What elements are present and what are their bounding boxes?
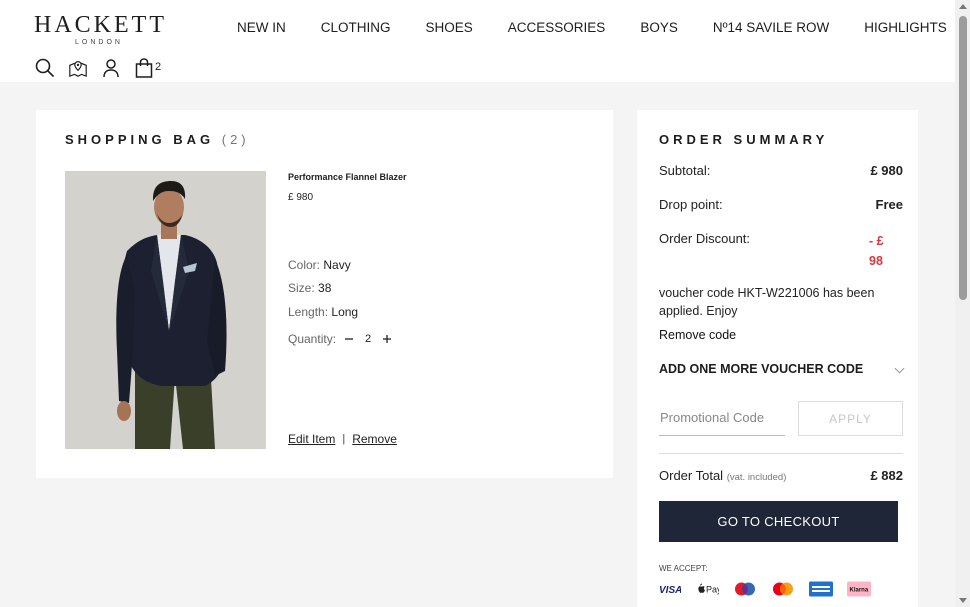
size-value: 38: [318, 281, 332, 295]
hackett-logo[interactable]: HACKETT LONDON: [34, 13, 164, 46]
drop-point-label: Drop point:: [659, 197, 723, 212]
page-scrollbar[interactable]: [955, 0, 970, 607]
checkout-button[interactable]: GO TO CHECKOUT: [659, 501, 898, 542]
quantity-label: Quantity:: [288, 332, 337, 346]
chevron-down-icon: [894, 363, 905, 374]
add-voucher-toggle[interactable]: ADD ONE MORE VOUCHER CODE: [659, 362, 905, 376]
summary-divider: [659, 453, 903, 454]
scroll-down-arrow[interactable]: [959, 598, 967, 603]
voucher-message: voucher code HKT-W221006 has been applie…: [659, 286, 875, 318]
nav-new-in[interactable]: NEW IN: [237, 20, 286, 35]
scroll-thumb[interactable]: [959, 16, 967, 300]
search-icon[interactable]: [35, 58, 55, 78]
product-size: Size: 38: [288, 281, 331, 295]
apply-button[interactable]: APPLY: [798, 401, 903, 436]
nav-highlights[interactable]: HIGHLIGHTS: [864, 20, 947, 35]
size-label: Size:: [288, 281, 315, 295]
drop-point-value: Free: [875, 197, 903, 212]
we-accept-label: WE ACCEPT:: [659, 564, 708, 573]
subtotal-row: Subtotal: £ 980: [659, 163, 903, 178]
nav-clothing[interactable]: CLOTHING: [321, 20, 391, 35]
remove-code-link[interactable]: Remove code: [659, 328, 736, 342]
shopping-bag-title: SHOPPING BAG (2): [65, 132, 250, 147]
discount-label: Order Discount:: [659, 231, 751, 246]
product-price: £ 980: [288, 192, 314, 203]
shopping-bag-count: (2): [221, 132, 250, 147]
action-separator: |: [342, 433, 346, 445]
logo-subtitle: LONDON: [75, 39, 123, 46]
account-icon[interactable]: [101, 58, 121, 78]
maestro-icon: [733, 581, 757, 597]
add-voucher-label: ADD ONE MORE VOUCHER CODE: [659, 362, 864, 376]
svg-text:Pay: Pay: [706, 585, 719, 595]
mastercard-icon: [771, 581, 795, 597]
nav-savile-row[interactable]: Nº14 SAVILE ROW: [713, 20, 829, 35]
store-locator-icon[interactable]: [68, 58, 88, 78]
length-value: Long: [331, 305, 359, 319]
color-label: Color:: [288, 258, 321, 272]
apple-pay-icon: Pay: [695, 581, 719, 597]
order-total-value: £ 882: [870, 468, 903, 483]
promo-code-input[interactable]: [659, 400, 785, 436]
nav-boys[interactable]: BOYS: [640, 20, 678, 35]
item-actions: Edit Item | Remove: [288, 432, 397, 446]
shopping-bag-panel: SHOPPING BAG (2) Performance Flannel Bla…: [36, 110, 613, 478]
nav-accessories[interactable]: ACCESSORIES: [508, 20, 606, 35]
quantity-decrease-button[interactable]: [342, 332, 356, 346]
order-total-row: Order Total (vat. included) £ 882: [659, 468, 903, 483]
product-name[interactable]: Performance Flannel Blazer: [288, 172, 407, 182]
order-summary-panel: ORDER SUMMARY Subtotal: £ 980 Drop point…: [637, 110, 918, 607]
quantity-stepper: Quantity: 2: [288, 332, 400, 346]
svg-text:Klarna: Klarna: [850, 588, 869, 594]
header-tools: 2: [35, 58, 161, 78]
logo-wordmark[interactable]: HACKETT: [34, 13, 164, 37]
klarna-icon: Klarna: [847, 581, 871, 597]
subtotal-value: £ 980: [870, 163, 903, 178]
remove-item-link[interactable]: Remove: [352, 432, 397, 446]
amex-icon: [809, 581, 833, 597]
visa-icon: VISA: [659, 581, 681, 597]
vat-note: (vat. included): [726, 472, 787, 483]
drop-point-row: Drop point: Free: [659, 197, 903, 212]
nav-shoes[interactable]: SHOES: [426, 20, 473, 35]
scroll-up-arrow[interactable]: [959, 4, 967, 9]
order-summary-title: ORDER SUMMARY: [659, 132, 829, 147]
edit-item-link[interactable]: Edit Item: [288, 432, 335, 446]
discount-value: - £ 98: [869, 234, 884, 268]
shopping-bag-heading: SHOPPING BAG: [65, 132, 215, 147]
svg-text:VISA: VISA: [659, 585, 681, 595]
payment-methods: VISA Pay Klarna: [659, 581, 885, 597]
product-color: Color: Navy: [288, 258, 351, 272]
product-length: Length: Long: [288, 305, 358, 319]
discount-row: Order Discount: - £ 98: [659, 231, 903, 268]
shopping-bag-icon[interactable]: [134, 58, 154, 78]
site-header: HACKETT LONDON NEW IN CLOTHING SHOES ACC…: [0, 0, 955, 82]
subtotal-label: Subtotal:: [659, 163, 711, 178]
product-image[interactable]: [65, 171, 266, 449]
color-value: Navy: [323, 258, 351, 272]
length-label: Length:: [288, 305, 329, 319]
quantity-increase-button[interactable]: [380, 332, 394, 346]
main-nav: NEW IN CLOTHING SHOES ACCESSORIES BOYS N…: [237, 20, 947, 35]
quantity-value[interactable]: 2: [362, 333, 374, 345]
bag-count-badge[interactable]: 2: [155, 61, 161, 73]
order-total-label: Order Total: [659, 468, 724, 483]
